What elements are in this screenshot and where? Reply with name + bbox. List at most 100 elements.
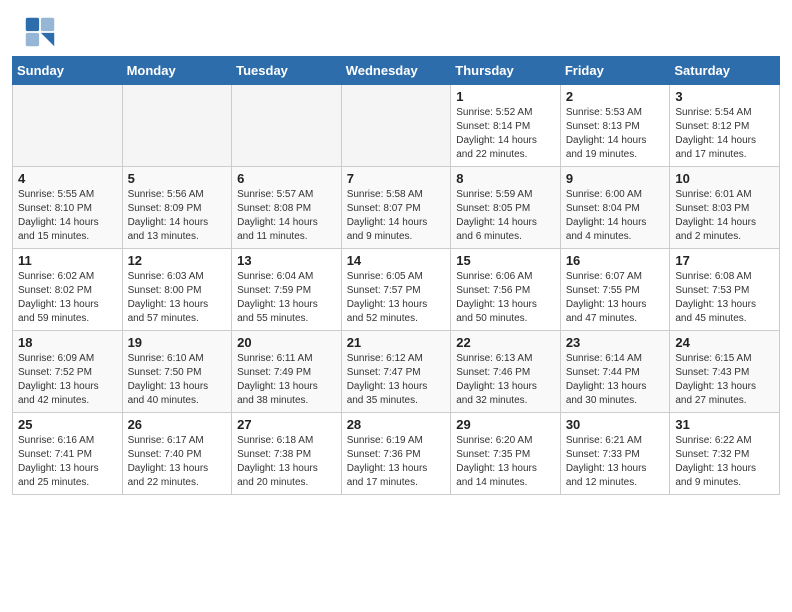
- day-info: Sunrise: 6:02 AM Sunset: 8:02 PM Dayligh…: [18, 270, 117, 326]
- day-info: Sunrise: 6:07 AM Sunset: 7:55 PM Dayligh…: [566, 270, 665, 326]
- calendar-day-cell: 7 Sunrise: 5:58 AM Sunset: 8:07 PM Daylig…: [341, 167, 451, 249]
- day-number: 4: [18, 171, 117, 186]
- logo-icon: [24, 16, 56, 48]
- calendar-day-cell: 26Sunrise: 6:17 AM Sunset: 7:40 PM Dayli…: [122, 413, 232, 495]
- calendar-day-cell: 13 Sunrise: 6:04 AM Sunset: 7:59 PM Dayli…: [232, 249, 342, 331]
- day-number: 21: [347, 335, 446, 350]
- day-info: Sunrise: 6:08 AM Sunset: 7:53 PM Dayligh…: [675, 270, 774, 326]
- calendar-day-cell: [341, 85, 451, 167]
- day-info: Sunrise: 5:53 AM Sunset: 8:13 PM Dayligh…: [566, 106, 665, 162]
- day-number: 30: [566, 417, 665, 432]
- calendar-day-cell: 4 Sunrise: 5:55 AM Sunset: 8:10 PM Daylig…: [13, 167, 123, 249]
- day-info: Sunrise: 5:59 AM Sunset: 8:05 PM Dayligh…: [456, 188, 555, 244]
- day-number: 1: [456, 89, 555, 104]
- weekday-header-sunday: Sunday: [13, 57, 123, 85]
- calendar-day-cell: 2 Sunrise: 5:53 AM Sunset: 8:13 PM Daylig…: [560, 85, 670, 167]
- calendar-table: SundayMondayTuesdayWednesdayThursdayFrid…: [12, 56, 780, 495]
- calendar-week-row: 4 Sunrise: 5:55 AM Sunset: 8:10 PM Daylig…: [13, 167, 780, 249]
- weekday-header-wednesday: Wednesday: [341, 57, 451, 85]
- day-info: Sunrise: 5:52 AM Sunset: 8:14 PM Dayligh…: [456, 106, 555, 162]
- calendar-day-cell: 15 Sunrise: 6:06 AM Sunset: 7:56 PM Dayli…: [451, 249, 561, 331]
- day-number: 3: [675, 89, 774, 104]
- calendar-day-cell: 23 Sunrise: 6:14 AM Sunset: 7:44 PM Dayli…: [560, 331, 670, 413]
- calendar-day-cell: 17 Sunrise: 6:08 AM Sunset: 7:53 PM Dayli…: [670, 249, 780, 331]
- day-info: Sunrise: 5:57 AM Sunset: 8:08 PM Dayligh…: [237, 188, 336, 244]
- calendar-day-cell: 21Sunrise: 6:12 AM Sunset: 7:47 PM Dayli…: [341, 331, 451, 413]
- day-number: 31: [675, 417, 774, 432]
- calendar-day-cell: [232, 85, 342, 167]
- weekday-header-monday: Monday: [122, 57, 232, 85]
- calendar-week-row: 18Sunrise: 6:09 AM Sunset: 7:52 PM Dayli…: [13, 331, 780, 413]
- day-info: Sunrise: 6:14 AM Sunset: 7:44 PM Dayligh…: [566, 352, 665, 408]
- calendar-day-cell: 6Sunrise: 5:57 AM Sunset: 8:08 PM Daylig…: [232, 167, 342, 249]
- calendar-day-cell: 18Sunrise: 6:09 AM Sunset: 7:52 PM Dayli…: [13, 331, 123, 413]
- calendar-day-cell: 9 Sunrise: 6:00 AM Sunset: 8:04 PM Daylig…: [560, 167, 670, 249]
- calendar-week-row: 1 Sunrise: 5:52 AM Sunset: 8:14 PM Daylig…: [13, 85, 780, 167]
- calendar-day-cell: [13, 85, 123, 167]
- calendar-week-row: 11 Sunrise: 6:02 AM Sunset: 8:02 PM Dayli…: [13, 249, 780, 331]
- day-info: Sunrise: 5:56 AM Sunset: 8:09 PM Dayligh…: [128, 188, 227, 244]
- day-info: Sunrise: 5:54 AM Sunset: 8:12 PM Dayligh…: [675, 106, 774, 162]
- weekday-header-row: SundayMondayTuesdayWednesdayThursdayFrid…: [13, 57, 780, 85]
- day-number: 22: [456, 335, 555, 350]
- day-info: Sunrise: 6:01 AM Sunset: 8:03 PM Dayligh…: [675, 188, 774, 244]
- day-number: 23: [566, 335, 665, 350]
- calendar-day-cell: 16 Sunrise: 6:07 AM Sunset: 7:55 PM Dayli…: [560, 249, 670, 331]
- logo: [24, 16, 60, 48]
- calendar-day-cell: 28Sunrise: 6:19 AM Sunset: 7:36 PM Dayli…: [341, 413, 451, 495]
- day-number: 11: [18, 253, 117, 268]
- day-number: 25: [18, 417, 117, 432]
- calendar-day-cell: 1 Sunrise: 5:52 AM Sunset: 8:14 PM Daylig…: [451, 85, 561, 167]
- calendar-day-cell: 14 Sunrise: 6:05 AM Sunset: 7:57 PM Dayli…: [341, 249, 451, 331]
- day-info: Sunrise: 5:55 AM Sunset: 8:10 PM Dayligh…: [18, 188, 117, 244]
- day-info: Sunrise: 6:05 AM Sunset: 7:57 PM Dayligh…: [347, 270, 446, 326]
- day-info: Sunrise: 6:04 AM Sunset: 7:59 PM Dayligh…: [237, 270, 336, 326]
- calendar-day-cell: 19 Sunrise: 6:10 AM Sunset: 7:50 PM Dayli…: [122, 331, 232, 413]
- calendar-day-cell: 20Sunrise: 6:11 AM Sunset: 7:49 PM Dayli…: [232, 331, 342, 413]
- day-number: 2: [566, 89, 665, 104]
- day-info: Sunrise: 6:19 AM Sunset: 7:36 PM Dayligh…: [347, 434, 446, 490]
- weekday-header-thursday: Thursday: [451, 57, 561, 85]
- day-number: 29: [456, 417, 555, 432]
- day-number: 16: [566, 253, 665, 268]
- calendar-day-cell: 25 Sunrise: 6:16 AM Sunset: 7:41 PM Dayli…: [13, 413, 123, 495]
- calendar-day-cell: 22 Sunrise: 6:13 AM Sunset: 7:46 PM Dayli…: [451, 331, 561, 413]
- day-number: 26: [128, 417, 227, 432]
- weekday-header-friday: Friday: [560, 57, 670, 85]
- day-number: 15: [456, 253, 555, 268]
- day-info: Sunrise: 6:20 AM Sunset: 7:35 PM Dayligh…: [456, 434, 555, 490]
- day-info: Sunrise: 6:16 AM Sunset: 7:41 PM Dayligh…: [18, 434, 117, 490]
- calendar-day-cell: 11 Sunrise: 6:02 AM Sunset: 8:02 PM Dayli…: [13, 249, 123, 331]
- day-number: 20: [237, 335, 336, 350]
- day-number: 5: [128, 171, 227, 186]
- calendar-day-cell: 3 Sunrise: 5:54 AM Sunset: 8:12 PM Daylig…: [670, 85, 780, 167]
- day-number: 27: [237, 417, 336, 432]
- day-info: Sunrise: 6:00 AM Sunset: 8:04 PM Dayligh…: [566, 188, 665, 244]
- day-info: Sunrise: 6:06 AM Sunset: 7:56 PM Dayligh…: [456, 270, 555, 326]
- day-number: 14: [347, 253, 446, 268]
- day-number: 19: [128, 335, 227, 350]
- day-number: 17: [675, 253, 774, 268]
- day-info: Sunrise: 6:03 AM Sunset: 8:00 PM Dayligh…: [128, 270, 227, 326]
- calendar-day-cell: 27Sunrise: 6:18 AM Sunset: 7:38 PM Dayli…: [232, 413, 342, 495]
- day-number: 13: [237, 253, 336, 268]
- day-info: Sunrise: 6:21 AM Sunset: 7:33 PM Dayligh…: [566, 434, 665, 490]
- day-info: Sunrise: 6:10 AM Sunset: 7:50 PM Dayligh…: [128, 352, 227, 408]
- day-info: Sunrise: 6:13 AM Sunset: 7:46 PM Dayligh…: [456, 352, 555, 408]
- day-number: 9: [566, 171, 665, 186]
- day-number: 8: [456, 171, 555, 186]
- day-number: 10: [675, 171, 774, 186]
- day-number: 24: [675, 335, 774, 350]
- calendar-wrap: SundayMondayTuesdayWednesdayThursdayFrid…: [0, 56, 792, 507]
- calendar-day-cell: 24Sunrise: 6:15 AM Sunset: 7:43 PM Dayli…: [670, 331, 780, 413]
- day-info: Sunrise: 5:58 AM Sunset: 8:07 PM Dayligh…: [347, 188, 446, 244]
- day-number: 12: [128, 253, 227, 268]
- calendar-day-cell: 10 Sunrise: 6:01 AM Sunset: 8:03 PM Dayli…: [670, 167, 780, 249]
- day-info: Sunrise: 6:22 AM Sunset: 7:32 PM Dayligh…: [675, 434, 774, 490]
- calendar-day-cell: 31 Sunrise: 6:22 AM Sunset: 7:32 PM Dayli…: [670, 413, 780, 495]
- calendar-day-cell: 5 Sunrise: 5:56 AM Sunset: 8:09 PM Daylig…: [122, 167, 232, 249]
- day-info: Sunrise: 6:09 AM Sunset: 7:52 PM Dayligh…: [18, 352, 117, 408]
- calendar-day-cell: [122, 85, 232, 167]
- calendar-day-cell: 30 Sunrise: 6:21 AM Sunset: 7:33 PM Dayli…: [560, 413, 670, 495]
- day-number: 7: [347, 171, 446, 186]
